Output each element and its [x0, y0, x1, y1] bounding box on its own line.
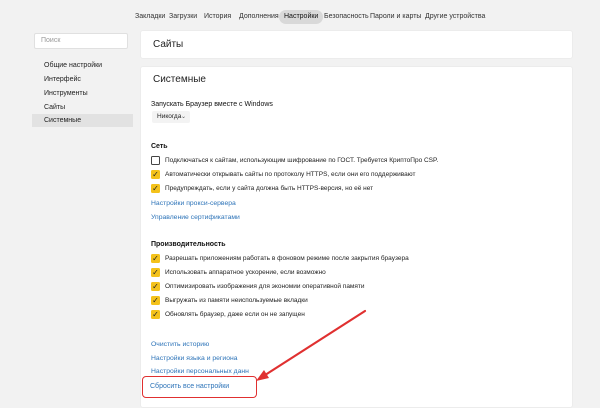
annotation-arrow-icon [256, 309, 367, 381]
